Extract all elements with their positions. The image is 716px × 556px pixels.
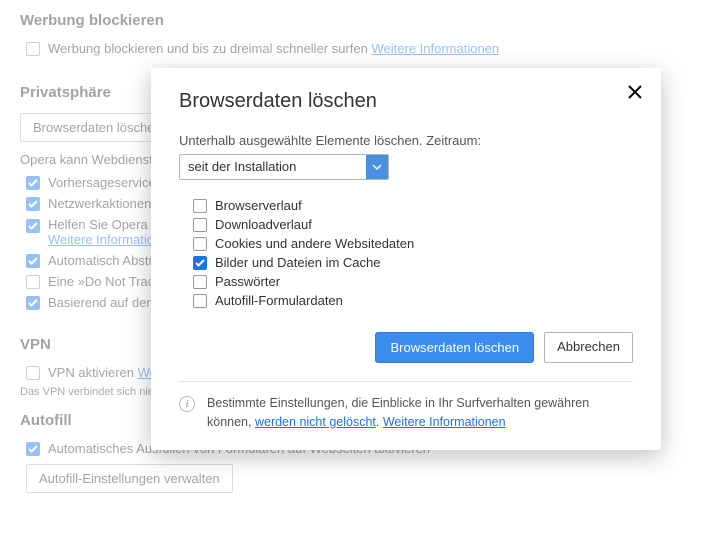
opt-downloads-checkbox[interactable] (193, 218, 207, 232)
dialog-title: Browserdaten löschen (179, 90, 633, 113)
opt-cache-label: Bilder und Dateien im Cache (215, 255, 380, 270)
opt-passwords-label: Passwörter (215, 274, 280, 289)
close-icon[interactable] (627, 84, 643, 103)
clear-data-dialog: Browserdaten löschen Unterhalb ausgewähl… (151, 68, 661, 450)
footer-more-link[interactable]: Weitere Informationen (383, 415, 506, 429)
opt-history-label: Browserverlauf (215, 198, 302, 213)
dialog-cancel-button[interactable]: Abbrechen (544, 332, 633, 363)
dialog-clear-button[interactable]: Browserdaten löschen (375, 332, 534, 363)
footer-not-deleted-link[interactable]: werden nicht gelöscht (255, 415, 376, 429)
opt-cookies-checkbox[interactable] (193, 237, 207, 251)
opt-downloads-label: Downloadverlauf (215, 217, 312, 232)
time-range-value: seit der Installation (180, 155, 366, 179)
info-icon: i (179, 396, 195, 412)
opt-autofill-checkbox[interactable] (193, 294, 207, 308)
opt-cookies-label: Cookies und andere Websitedaten (215, 236, 414, 251)
chevron-down-icon (366, 155, 388, 179)
opt-autofill-label: Autofill-Formulardaten (215, 293, 343, 308)
time-range-select[interactable]: seit der Installation (179, 154, 389, 180)
dialog-footer-text: Bestimmte Einstellungen, die Einblicke i… (207, 394, 633, 432)
opt-history-checkbox[interactable] (193, 199, 207, 213)
opt-cache-checkbox[interactable] (193, 256, 207, 270)
opt-passwords-checkbox[interactable] (193, 275, 207, 289)
dialog-range-label: Unterhalb ausgewählte Elemente löschen. … (179, 133, 633, 148)
